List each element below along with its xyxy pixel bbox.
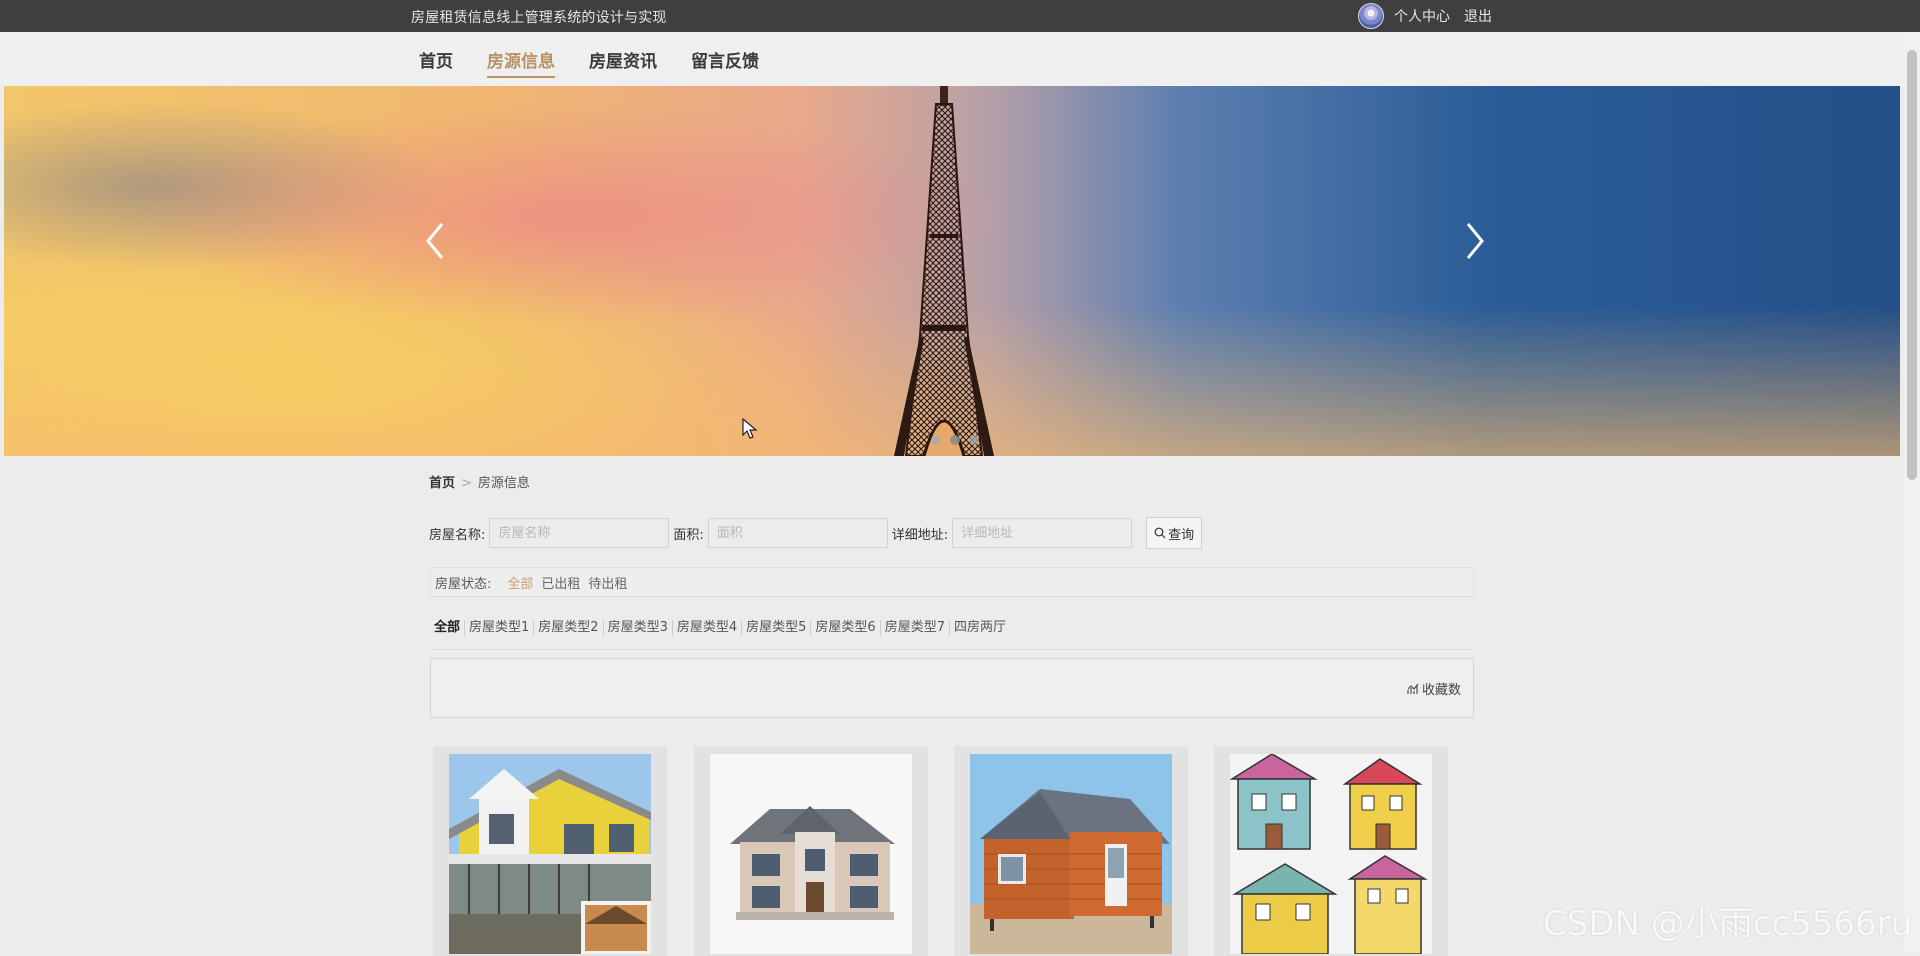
user-area: 个人中心 退出 bbox=[1358, 3, 1492, 29]
listing-card[interactable] bbox=[954, 746, 1188, 956]
carousel-dots bbox=[931, 435, 979, 445]
listing-image-stone-villa bbox=[710, 754, 912, 954]
carousel-prev-arrow-icon[interactable] bbox=[420, 216, 450, 266]
status-option-available[interactable]: 待出租 bbox=[588, 573, 627, 592]
status-option-all[interactable]: 全部 bbox=[507, 573, 533, 592]
query-button[interactable]: 查询 bbox=[1146, 517, 1203, 549]
listing-card[interactable] bbox=[694, 746, 928, 956]
sort-bar: 收藏数 bbox=[430, 658, 1474, 718]
listing-image-wooden-cabin bbox=[970, 754, 1172, 954]
breadcrumb-separator: > bbox=[461, 476, 472, 491]
banner-carousel bbox=[4, 86, 1900, 456]
house-name-input[interactable] bbox=[489, 518, 670, 548]
site-title: 房屋租赁信息线上管理系统的设计与实现 bbox=[411, 10, 667, 26]
mouse-cursor-icon bbox=[742, 418, 758, 439]
eiffel-tower-image bbox=[894, 86, 994, 456]
type-option[interactable]: 房屋类型3 bbox=[602, 620, 672, 636]
carousel-dot[interactable] bbox=[969, 435, 979, 445]
type-option[interactable]: 房屋类型1 bbox=[464, 620, 533, 636]
type-option[interactable]: 房屋类型5 bbox=[741, 620, 810, 636]
nav-item-listings[interactable]: 房源信息 bbox=[487, 32, 555, 78]
top-bar: 房屋租赁信息线上管理系统的设计与实现 个人中心 退出 bbox=[0, 0, 1920, 32]
user-center-link[interactable]: 个人中心 bbox=[1394, 6, 1450, 26]
sort-by-favorites[interactable]: 收藏数 bbox=[1407, 679, 1461, 698]
listing-card[interactable] bbox=[433, 746, 667, 956]
logout-link[interactable]: 退出 bbox=[1464, 6, 1492, 26]
nav-item-news[interactable]: 房屋资讯 bbox=[589, 32, 657, 72]
page-scrollbar[interactable] bbox=[1904, 32, 1920, 952]
avatar[interactable] bbox=[1358, 3, 1384, 29]
nav-item-feedback[interactable]: 留言反馈 bbox=[691, 32, 759, 72]
type-option[interactable]: 房屋类型2 bbox=[533, 620, 602, 636]
query-button-label: 查询 bbox=[1168, 527, 1195, 543]
watermark: CSDN @小雨cc5566ru bbox=[1543, 904, 1913, 944]
breadcrumb-home[interactable]: 首页 bbox=[429, 476, 455, 491]
search-form: 房屋名称: 面积: 详细地址: 查询 bbox=[429, 517, 1203, 549]
carousel-dot[interactable] bbox=[931, 435, 941, 445]
listing-image-yellow-house bbox=[449, 754, 651, 954]
chart-icon bbox=[1407, 683, 1419, 694]
carousel-next-arrow-icon[interactable] bbox=[1460, 216, 1490, 266]
status-filter-label: 房屋状态: bbox=[435, 576, 492, 592]
sort-favorites-label: 收藏数 bbox=[1421, 683, 1461, 698]
search-icon bbox=[1154, 527, 1166, 539]
address-input[interactable] bbox=[952, 518, 1133, 548]
area-label: 面积: bbox=[673, 527, 704, 543]
house-name-label: 房屋名称: bbox=[429, 527, 486, 543]
status-option-rented[interactable]: 已出租 bbox=[541, 573, 580, 592]
type-filter: 全部 房屋类型1 房屋类型2 房屋类型3 房屋类型4 房屋类型5 房屋类型6 房… bbox=[430, 620, 1474, 650]
nav-item-home[interactable]: 首页 bbox=[419, 32, 453, 72]
breadcrumb-current: 房源信息 bbox=[477, 476, 530, 491]
breadcrumb: 首页 > 房源信息 bbox=[429, 472, 530, 491]
type-option[interactable]: 房屋类型4 bbox=[671, 620, 741, 636]
scrollbar-thumb[interactable] bbox=[1907, 50, 1917, 480]
carousel-dot[interactable] bbox=[950, 435, 960, 445]
type-option[interactable]: 房屋类型7 bbox=[879, 620, 949, 636]
main-nav: 首页 房源信息 房屋资讯 留言反馈 bbox=[0, 32, 1920, 86]
area-input[interactable] bbox=[707, 518, 888, 548]
address-label: 详细地址: bbox=[891, 527, 949, 543]
type-option[interactable]: 房屋类型6 bbox=[810, 620, 879, 636]
status-filter: 房屋状态: 全部 已出租 待出租 bbox=[430, 567, 1474, 597]
listing-card[interactable] bbox=[1214, 746, 1448, 956]
listing-image-cartoon-houses bbox=[1230, 754, 1432, 954]
type-option[interactable]: 四房两厅 bbox=[948, 620, 1010, 636]
type-option-all[interactable]: 全部 bbox=[434, 620, 464, 636]
